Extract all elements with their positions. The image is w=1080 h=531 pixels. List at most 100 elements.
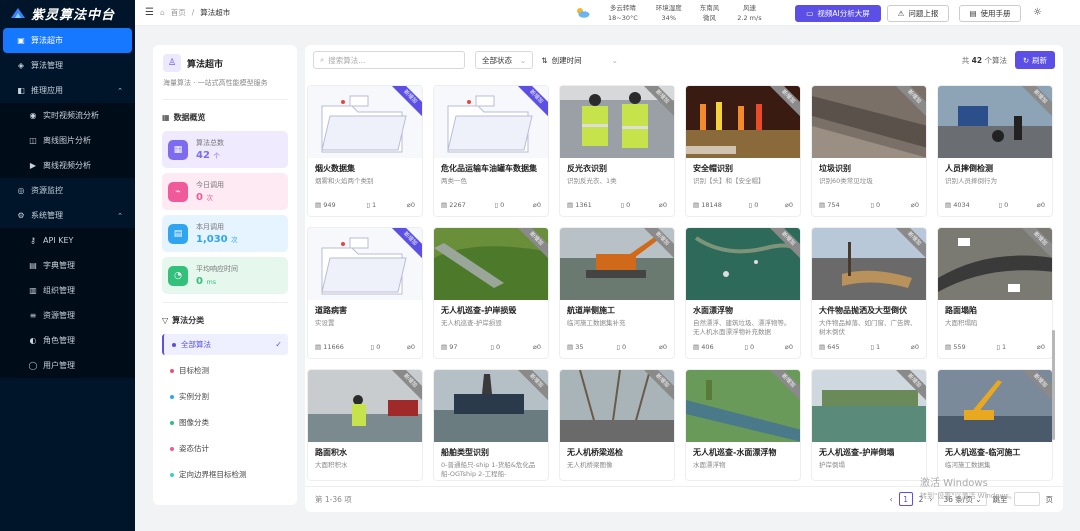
status-select[interactable]: 全部状态 ⌄ (475, 51, 534, 69)
sort-select-value: 创建时间 (551, 55, 582, 65)
algorithm-card[interactable]: 新增加 垃圾识别 识别60类常见垃圾 ▤ 754 ▯ 0 ⌀0 (811, 85, 927, 217)
brand-logo[interactable]: 紫灵算法中台 (0, 0, 135, 26)
manual-button[interactable]: ▤ 使用手册 (959, 5, 1021, 22)
stat-card: ◔ 平均响应时间 0 ms (162, 257, 288, 294)
card-description: 大面积塌陷 (945, 319, 978, 327)
prev-page-icon[interactable]: ‹ (890, 495, 893, 504)
key-icon: ⚷ (30, 236, 36, 245)
doc-icon: ▤ (441, 343, 448, 351)
sidebar-item-10[interactable]: ▥ 组织管理 (0, 278, 135, 303)
algorithm-card[interactable]: 新增加 无人机巡查-临河施工 临河施工数据集 (937, 369, 1053, 481)
scrollbar-thumb[interactable] (1052, 330, 1055, 440)
sidebar-item-label: 系统管理 (31, 211, 63, 220)
algorithm-card[interactable]: 新增加 无人机巡查-护岸倒塌 护岸倒塌 (811, 369, 927, 481)
deploy-stat: ▯ 0 (998, 201, 1009, 209)
card-description: 烟雾和火焰两个类别 (315, 177, 374, 185)
stat-value: 0 ms (196, 276, 217, 287)
algorithm-card[interactable]: 新增加 路面塌陷 大面积塌陷 ▤ 559 ▯ 1 ⌀0 (937, 227, 1053, 359)
category-item[interactable]: 目标检测 (162, 360, 288, 381)
card-image: 新增加 (686, 228, 800, 300)
sidebar-item-11[interactable]: ≡ 资源管理 (0, 303, 135, 328)
card-description: 临河施工数据集补充 (567, 319, 626, 327)
category-item[interactable]: 实例分割 (162, 386, 288, 407)
doc-icon: ▤ (819, 343, 826, 351)
role-icon: ◐ (29, 336, 37, 345)
report-button[interactable]: ⚠ 问题上报 (887, 5, 949, 22)
algorithm-card[interactable]: 新增加 危化品运输车油罐车数据集 两类一色 ▤ 2267 ▯ 0 ⌀0 (433, 85, 549, 217)
jump-input[interactable] (1013, 492, 1040, 506)
algorithm-card[interactable]: 新增加 路面积水 大面积积水 (307, 369, 423, 481)
sidebar-item-4[interactable]: ◫ 离线图片分析 (0, 128, 135, 153)
card-description: 识别反光衣、1类 (567, 177, 617, 185)
sidebar-item-5[interactable]: ▶ 离线视频分析 (0, 153, 135, 178)
card-title: 垃圾识别 (819, 164, 851, 173)
sidebar-item-label: 离线视频分析 (43, 161, 91, 170)
card-image: 新增加 (560, 228, 674, 300)
sidebar-item-6[interactable]: ◎ 资源监控 (0, 178, 135, 203)
algorithm-card[interactable]: 新增加 水面漂浮物 自然漂浮、建筑垃圾、漂浮物等。无人机水面漂浮物补充数据 ▤ 406… (685, 227, 801, 359)
category-item[interactable]: 姿态估计 (162, 438, 288, 459)
cube-icon: ◈ (17, 61, 25, 70)
algorithm-card[interactable]: 新增加 航道岸侧施工 临河施工数据集补充 ▤ 35 ▯ 0 ⌀0 (559, 227, 675, 359)
sidebar-item-12[interactable]: ◐ 角色管理 (0, 328, 135, 353)
page-1[interactable]: 1 (898, 492, 913, 506)
sidebar-item-7[interactable]: ⚙ 系统管理 ⌃ (0, 203, 135, 228)
algorithm-card[interactable]: 新增加 无人机巡查-水面漂浮物 水面漂浮物 (685, 369, 801, 481)
category-dot (172, 342, 176, 347)
sidebar-item-9[interactable]: ▤ 字典管理 (0, 253, 135, 278)
views-stat: ▤ 949 (315, 201, 336, 209)
algorithm-count: 共 42 个算法 (961, 55, 1007, 65)
algorithm-card[interactable]: 新增加 船舶类型识别 0-普通船只-ship 1-货船&危化品船-OGTship 2… (433, 369, 549, 481)
algorithm-card[interactable]: 新增加 无人机桥梁巡检 无人机桥梁图像 (559, 369, 675, 481)
category-item[interactable]: 全部算法 ✓ (162, 334, 288, 355)
sidebar-nav: ▣ 算法超市 ◈ 算法管理 ◧ 推理应用 ⌃ ◉ 实时视频流分析 ◫ 离线图片分析 ▶ 离线视频分析 ◎ 资… (0, 28, 135, 378)
category-item[interactable]: 图像分类 (162, 412, 288, 433)
category-dot (170, 446, 174, 451)
card-image: 新增加 (434, 370, 548, 442)
category-item[interactable]: 定向边界框目标检测 (162, 464, 288, 485)
sidebar-item-8[interactable]: ⚷ API KEY (0, 228, 135, 253)
views-stat: ▤ 4034 (945, 201, 970, 209)
stat-icon: ⌁ (168, 181, 188, 202)
views-stat: ▤ 406 (693, 343, 714, 351)
big-screen-button[interactable]: ▭ 视频AI分析大屏 (795, 5, 881, 22)
sidebar-item-2[interactable]: ◧ 推理应用 ⌃ (0, 78, 135, 103)
search-input[interactable]: ⌕ 搜索算法... (313, 51, 465, 69)
algorithm-card[interactable]: 新增加 大件物品抛洒及大型倒伏 大件物品掉落、如门窗、广告牌、树木倒伏 ▤ 645 ▯ … (811, 227, 927, 359)
sidebar-item-0[interactable]: ▣ 算法超市 (3, 28, 132, 53)
algorithm-card[interactable]: 新增加 道路病害 实设置 ▤ 11666 ▯ 0 ⌀0 (307, 227, 423, 359)
theme-toggle-icon[interactable]: ☼ (1033, 7, 1042, 18)
algorithm-card[interactable]: 新增加 人员摔倒检测 识别人员摔倒行为 ▤ 4034 ▯ 0 ⌀0 (937, 85, 1053, 217)
sidebar-item-label: 实时视频流分析 (43, 111, 99, 120)
views-stat: ▤ 18148 (693, 201, 722, 209)
link-stat: ⌀0 (1036, 201, 1045, 209)
link-stat: ⌀0 (532, 343, 541, 351)
sidebar: 紫灵算法中台 ▣ 算法超市 ◈ 算法管理 ◧ 推理应用 ⌃ ◉ 实时视频流分析 ◫ 离线图片分析 ▶ 离… (0, 0, 135, 531)
algorithm-card[interactable]: 新增加 烟火数据集 烟雾和火焰两个类别 ▤ 949 ▯ 1 ⌀0 (307, 85, 423, 217)
card-meta: ▤ 4034 ▯ 0 ⌀0 (945, 201, 1045, 209)
sidebar-item-label: 角色管理 (43, 336, 75, 345)
sort-select[interactable]: ⇅ 创建时间 ⌄ (537, 51, 622, 69)
card-meta: ▤ 35 ▯ 0 ⌀0 (567, 343, 667, 351)
algorithm-card[interactable]: 新增加 反光衣识别 识别反光衣、1类 ▤ 1361 ▯ 0 ⌀0 (559, 85, 675, 217)
algorithm-card[interactable]: 新增加 安全帽识别 识别【头】和【安全帽】 ▤ 18148 ▯ 0 ⌀0 (685, 85, 801, 217)
views-stat: ▤ 11666 (315, 343, 344, 351)
sidebar-item-3[interactable]: ◉ 实时视频流分析 (0, 103, 135, 128)
category-label: 图像分类 (179, 418, 209, 427)
algorithm-card[interactable]: 新增加 无人机巡查-护岸损毁 无人机巡查-护岸损毁 ▤ 97 ▯ 0 ⌀0 (433, 227, 549, 359)
card-title: 无人机巡查-临河施工 (945, 448, 1021, 457)
breadcrumb-home[interactable]: 首页 (171, 7, 186, 18)
search-icon: ⌕ (320, 55, 325, 64)
card-description: 大件物品掉落、如门窗、广告牌、树木倒伏 (819, 319, 917, 336)
refresh-button[interactable]: ↻ 刷新 (1015, 51, 1055, 69)
file-icon: ▯ (620, 201, 625, 209)
scrollbar[interactable] (1052, 100, 1055, 520)
file-icon: ▯ (494, 201, 499, 209)
status-select-value: 全部状态 (482, 55, 512, 65)
menu-toggle-icon[interactable]: ☰ (145, 7, 154, 18)
stat-value: 1,030 次 (196, 234, 238, 245)
sidebar-item-1[interactable]: ◈ 算法管理 (0, 53, 135, 78)
sidebar-item-13[interactable]: ◯ 用户管理 (0, 353, 135, 378)
shop-icon: ▣ (17, 36, 25, 45)
wind-speed-cell: 风速 2.2 m/s (737, 4, 762, 22)
